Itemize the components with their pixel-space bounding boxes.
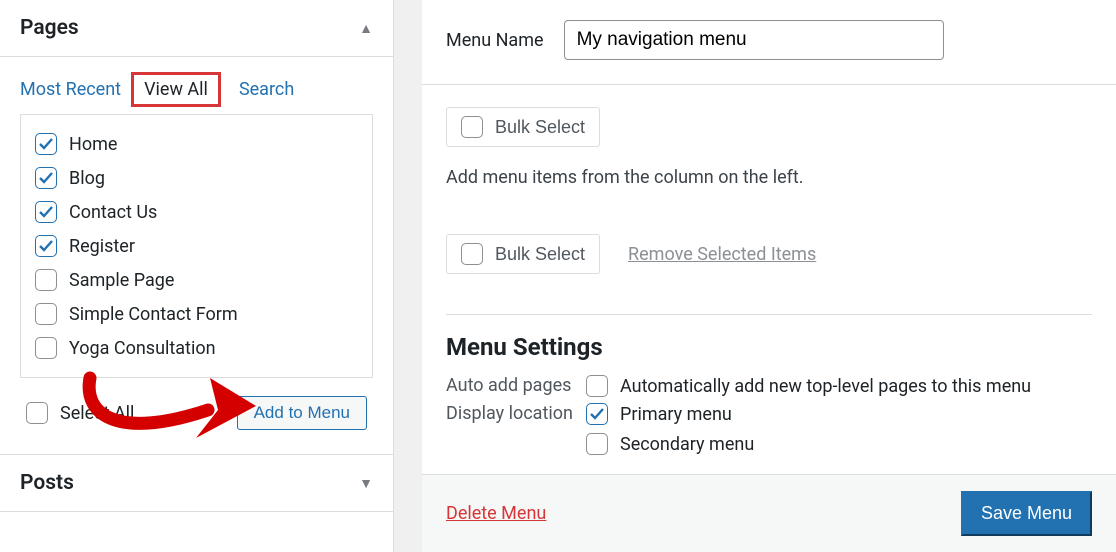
page-item-label: Blog bbox=[69, 168, 105, 189]
caret-up-icon: ▲ bbox=[359, 20, 373, 37]
menu-body: Bulk Select Add menu items from the colu… bbox=[422, 85, 1116, 474]
bulk-select-checkbox[interactable] bbox=[461, 116, 483, 138]
display-location-label: Display location bbox=[446, 403, 580, 424]
pages-list-box: Home Blog Contact Us Register Sample Pag… bbox=[20, 114, 373, 378]
display-location-option: Primary menu bbox=[586, 403, 754, 425]
delete-menu-link[interactable]: Delete Menu bbox=[446, 503, 546, 524]
accordion-pages-header[interactable]: Pages ▲ bbox=[0, 0, 393, 57]
highlight-annotation: View All bbox=[131, 72, 221, 107]
menu-name-row: Menu Name bbox=[422, 0, 1116, 85]
page-item-label: Home bbox=[69, 134, 117, 155]
bulk-select-label-2: Bulk Select bbox=[495, 244, 585, 265]
page-item-label: Sample Page bbox=[69, 270, 174, 291]
display-location-checkbox[interactable] bbox=[586, 403, 608, 425]
bulk-select-button[interactable]: Bulk Select bbox=[446, 107, 600, 147]
page-item: Simple Contact Form bbox=[35, 297, 358, 331]
page-checkbox[interactable] bbox=[35, 133, 57, 155]
page-item: Contact Us bbox=[35, 195, 358, 229]
caret-down-icon: ▼ bbox=[359, 475, 373, 492]
display-location-checkbox[interactable] bbox=[586, 433, 608, 455]
auto-add-pages-desc: Automatically add new top-level pages to… bbox=[620, 376, 1031, 397]
display-location-opt-label: Primary menu bbox=[620, 404, 732, 425]
page-item-label: Contact Us bbox=[69, 202, 157, 223]
page-item-label: Yoga Consultation bbox=[69, 338, 216, 359]
auto-add-pages-row: Auto add pages Automatically add new top… bbox=[446, 375, 1092, 397]
accordion-pages-body: Most Recent View All Search Home Blog Co… bbox=[0, 57, 393, 448]
page-checkbox[interactable] bbox=[35, 303, 57, 325]
auto-add-pages-option: Automatically add new top-level pages to… bbox=[586, 375, 1031, 397]
accordion-pages-title: Pages bbox=[20, 16, 79, 40]
sidebar-panel: Pages ▲ Most Recent View All Search Home… bbox=[0, 0, 394, 552]
tab-search[interactable]: Search bbox=[239, 79, 294, 100]
help-text: Add menu items from the column on the le… bbox=[446, 167, 1092, 188]
page-item: Register bbox=[35, 229, 358, 263]
bulk-select-button-2[interactable]: Bulk Select bbox=[446, 234, 600, 274]
page-item-label: Register bbox=[69, 236, 135, 257]
select-all-row: Select All bbox=[26, 402, 134, 424]
save-menu-button[interactable]: Save Menu bbox=[961, 491, 1092, 536]
page-checkbox[interactable] bbox=[35, 235, 57, 257]
bulk-select-checkbox-2[interactable] bbox=[461, 243, 483, 265]
tab-view-all[interactable]: View All bbox=[144, 79, 208, 100]
pages-footer: Select All Add to Menu bbox=[20, 378, 373, 448]
page-checkbox[interactable] bbox=[35, 269, 57, 291]
menu-editor-panel: Menu Name Bulk Select Add menu items fro… bbox=[422, 0, 1116, 552]
accordion-posts-header[interactable]: Posts ▼ bbox=[0, 454, 393, 512]
bulk-actions-row: Bulk Select Remove Selected Items bbox=[446, 234, 1092, 274]
display-location-row: Display location Primary menu Secondary … bbox=[446, 403, 1092, 455]
menu-settings-title: Menu Settings bbox=[446, 333, 1092, 361]
select-all-label: Select All bbox=[60, 403, 134, 424]
page-checkbox[interactable] bbox=[35, 201, 57, 223]
display-location-opt-label: Secondary menu bbox=[620, 434, 754, 455]
column-gap bbox=[394, 0, 422, 552]
auto-add-pages-label: Auto add pages bbox=[446, 375, 580, 396]
tab-most-recent[interactable]: Most Recent bbox=[20, 79, 121, 100]
page-checkbox[interactable] bbox=[35, 167, 57, 189]
add-to-menu-button[interactable]: Add to Menu bbox=[237, 396, 367, 430]
select-all-checkbox[interactable] bbox=[26, 402, 48, 424]
auto-add-pages-checkbox[interactable] bbox=[586, 375, 608, 397]
remove-selected-link[interactable]: Remove Selected Items bbox=[628, 244, 816, 265]
pages-tabs: Most Recent View All Search bbox=[20, 79, 373, 100]
page-item: Home bbox=[35, 127, 358, 161]
bulk-select-label: Bulk Select bbox=[495, 117, 585, 138]
page-checkbox[interactable] bbox=[35, 337, 57, 359]
menu-name-input[interactable] bbox=[564, 20, 944, 60]
page-item: Blog bbox=[35, 161, 358, 195]
display-location-option: Secondary menu bbox=[586, 433, 754, 455]
menu-name-label: Menu Name bbox=[446, 30, 544, 51]
accordion-posts-title: Posts bbox=[20, 471, 74, 495]
menu-settings-section: Menu Settings Auto add pages Automatical… bbox=[446, 314, 1092, 455]
page-item: Sample Page bbox=[35, 263, 358, 297]
page-item: Yoga Consultation bbox=[35, 331, 358, 365]
page-item-label: Simple Contact Form bbox=[69, 304, 238, 325]
menu-footer-bar: Delete Menu Save Menu bbox=[422, 474, 1116, 552]
